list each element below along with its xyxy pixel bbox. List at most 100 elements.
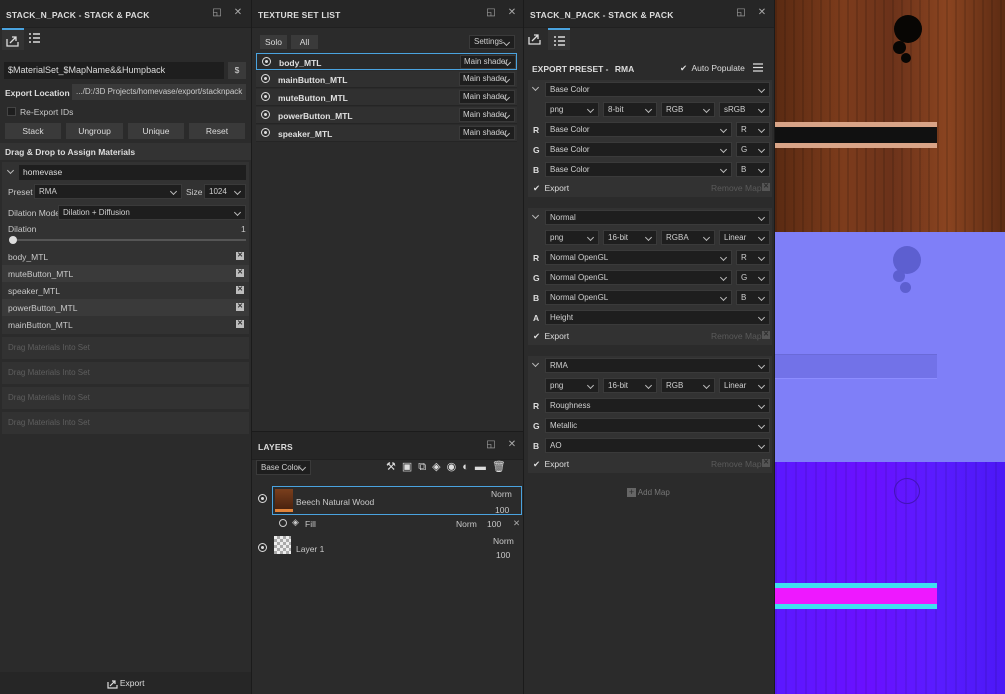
color-space-dropdown[interactable]: sRGB [719,102,770,117]
channel-dropdown[interactable]: Base Color [256,460,311,475]
tab-list[interactable] [548,28,570,50]
channel-component-dropdown[interactable]: R [736,250,770,265]
channel-source-dropdown[interactable]: Roughness [545,398,770,413]
close-icon[interactable]: ✕ [507,440,517,450]
size-dropdown[interactable]: 1024 [204,184,246,199]
format-dropdown[interactable]: png [545,230,599,245]
smart-material-icon[interactable]: ▣ [402,461,418,473]
shader-dropdown[interactable]: Main shader [459,72,515,86]
tab-export[interactable] [2,28,24,50]
channel-source-dropdown[interactable]: Base Color [545,162,732,177]
visibility-icon[interactable] [262,57,271,66]
material-item[interactable]: body_MTL ✕ [2,248,249,265]
collapse-chevron-icon[interactable] [6,166,15,175]
texture-set-item[interactable]: muteButton_MTL Main shader [256,89,517,106]
dilation-slider-handle[interactable] [9,236,17,244]
drop-slot[interactable]: Drag Materials Into Set [2,412,249,434]
export-checkbox[interactable]: ✔ Export [533,331,569,342]
shader-dropdown[interactable]: Main shader [459,90,515,104]
color-mode-dropdown[interactable]: RGB [661,102,715,117]
remove-map-icon[interactable]: ✕ [762,459,770,467]
layer-visibility-icon[interactable] [258,494,267,503]
remove-map-button[interactable]: Remove Map [711,183,762,193]
channel-source-dropdown[interactable]: Base Color [545,142,732,157]
layer-opacity[interactable]: 100 [495,505,509,515]
material-item[interactable]: muteButton_MTL ✕ [2,265,249,282]
channel-source-dropdown[interactable]: Normal OpenGL [545,270,732,285]
channel-component-dropdown[interactable]: G [736,142,770,157]
float-icon[interactable]: ◱ [486,440,496,450]
list-icon[interactable] [28,33,42,45]
layer-row-1[interactable]: Layer 1 Norm 100 [272,534,522,561]
trash-icon[interactable]: 🗑 [492,461,512,473]
export-tab-icon[interactable] [528,33,542,45]
add-effect-icon[interactable]: ◉ [447,461,463,473]
fill-blend[interactable]: Norm [456,519,477,529]
drop-slot[interactable]: Drag Materials Into Set [2,362,249,384]
map-name-input[interactable]: Base Color [545,82,770,97]
ungroup-button[interactable]: Ungroup [66,123,123,139]
map-name-input[interactable]: Normal [545,210,770,225]
channel-source-dropdown[interactable]: Normal OpenGL [545,290,732,305]
shader-dropdown[interactable]: Main shader [460,55,516,69]
color-mode-dropdown[interactable]: RGBA [661,230,715,245]
texture-set-item[interactable]: powerButton_MTL Main shader [256,107,517,124]
remove-material-icon[interactable]: ✕ [236,252,244,260]
fill-visibility-icon[interactable] [279,519,287,527]
auto-populate-checkbox[interactable]: ✔ Auto Populate [680,63,745,74]
remove-map-icon[interactable]: ✕ [762,331,770,339]
channel-source-dropdown[interactable]: Metallic [545,418,770,433]
shader-dropdown[interactable]: Main shader [459,108,515,122]
channel-component-dropdown[interactable]: R [736,122,770,137]
map-name-input[interactable]: RMA [545,358,770,373]
dilation-slider-track[interactable] [12,239,246,241]
layer-visibility-icon[interactable] [258,543,267,552]
bit-depth-dropdown[interactable]: 8-bit [603,102,657,117]
layer-row-wood[interactable]: Beech Natural Wood Norm 100 [272,486,522,515]
float-icon[interactable]: ◱ [486,8,496,18]
material-item[interactable]: speaker_MTL ✕ [2,282,249,299]
fill-remove-icon[interactable]: ✕ [513,518,520,529]
material-item[interactable]: powerButton_MTL ✕ [2,299,249,316]
bit-depth-dropdown[interactable]: 16-bit [603,378,657,393]
format-dropdown[interactable]: png [545,378,599,393]
reexport-checkbox[interactable] [7,107,16,116]
settings-dropdown[interactable]: Settings [469,35,515,49]
export-checkbox[interactable]: ✔ Export [533,183,569,194]
remove-map-button[interactable]: Remove Map [711,459,762,469]
layer-blend[interactable]: Norm [493,536,514,546]
channel-source-dropdown[interactable]: Height [545,310,770,325]
divider[interactable] [251,0,252,694]
set-name-input[interactable]: homevase [19,165,246,180]
pattern-input[interactable]: $MaterialSet_$MapName&&Humpback [4,62,224,79]
collapse-chevron-icon[interactable] [531,359,540,368]
channel-source-dropdown[interactable]: Base Color [545,122,732,137]
fill-row[interactable]: ◈ Fill Norm 100 ✕ [272,517,522,531]
channel-component-dropdown[interactable]: B [736,162,770,177]
texture-set-item[interactable]: mainButton_MTL Main shader [256,71,517,88]
float-icon[interactable]: ◱ [212,8,222,18]
shader-dropdown[interactable]: Main shader [459,126,515,140]
menu-icon[interactable] [753,63,763,72]
add-layer-icon[interactable]: ⧉ [418,461,432,473]
mask-icon[interactable]: ◐ [462,461,475,473]
material-item[interactable]: mainButton_MTL ✕ [2,316,249,333]
float-icon[interactable]: ◱ [736,8,746,18]
color-mode-dropdown[interactable]: RGB [661,378,715,393]
add-map-button[interactable]: + Add Map [627,488,670,497]
fill-opacity[interactable]: 100 [487,519,501,529]
stack-button[interactable]: Stack [5,123,61,139]
all-button[interactable]: All [291,35,318,49]
remove-material-icon[interactable]: ✕ [236,320,244,328]
visibility-icon[interactable] [261,128,270,137]
dollar-button[interactable]: $ [228,62,246,79]
preset-dropdown[interactable]: RMA [34,184,182,199]
remove-material-icon[interactable]: ✕ [236,286,244,294]
texture-set-item[interactable]: body_MTL Main shader [256,53,517,70]
solo-button[interactable]: Solo [260,35,287,49]
format-dropdown[interactable]: png [545,102,599,117]
visibility-icon[interactable] [261,92,270,101]
reset-button[interactable]: Reset [189,123,245,139]
export-bar[interactable]: Export [0,672,251,694]
texture-set-item[interactable]: speaker_MTL Main shader [256,125,517,142]
